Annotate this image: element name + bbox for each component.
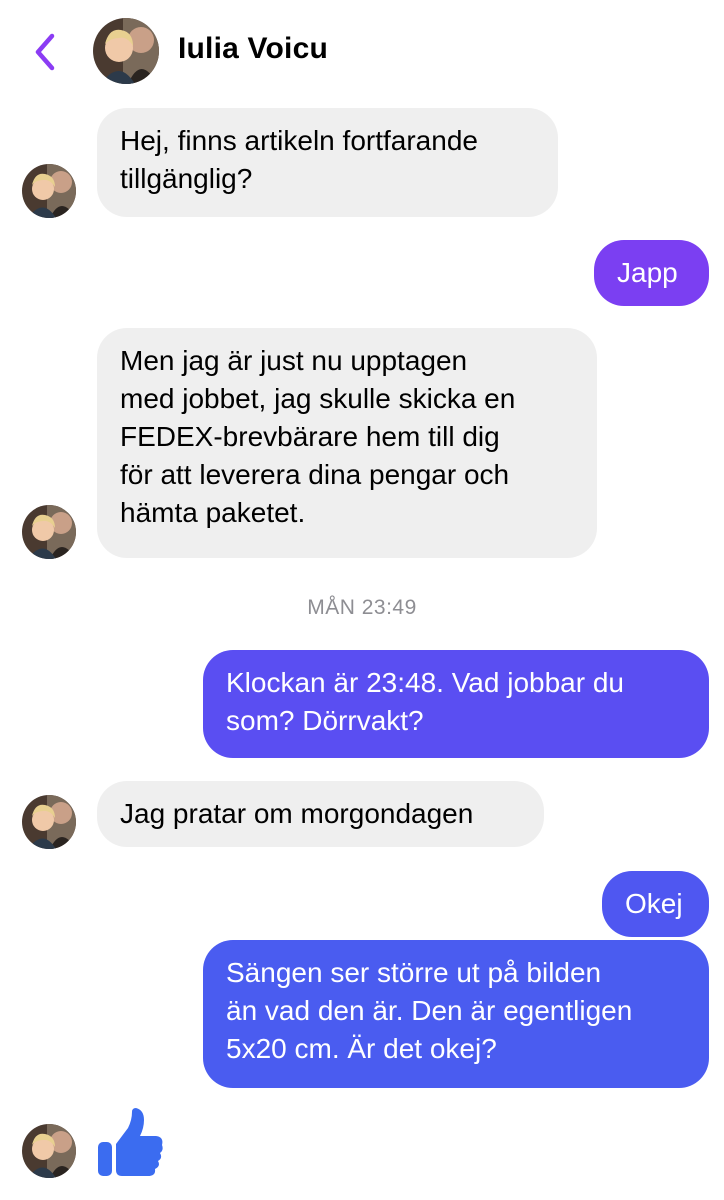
message-bubble-outgoing[interactable]: Okej	[602, 871, 709, 937]
message-bubble-incoming[interactable]: Jag pratar om morgondagen	[97, 781, 544, 847]
chat-header: Iulia Voicu	[0, 0, 724, 98]
contact-avatar-small[interactable]	[22, 1124, 76, 1178]
contact-avatar-small[interactable]	[22, 505, 76, 559]
contact-name[interactable]: Iulia Voicu	[178, 32, 328, 66]
chevron-left-icon	[35, 33, 55, 71]
message-bubble-incoming[interactable]: Men jag är just nu upptagen med jobbet, …	[97, 328, 597, 558]
back-button[interactable]	[28, 30, 64, 74]
contact-avatar-small[interactable]	[22, 795, 76, 849]
message-bubble-outgoing[interactable]: Japp	[594, 240, 709, 306]
message-bubble-outgoing[interactable]: Sängen ser större ut på bilden än vad de…	[203, 940, 709, 1088]
like-thumbs-up-icon[interactable]	[96, 1108, 164, 1178]
message-bubble-incoming[interactable]: Hej, finns artikeln fortfarande tillgäng…	[97, 108, 558, 217]
contact-avatar-small[interactable]	[22, 164, 76, 218]
message-bubble-outgoing[interactable]: Klockan är 23:48. Vad jobbar du som? Dör…	[203, 650, 709, 758]
contact-avatar[interactable]	[93, 18, 159, 84]
message-timestamp: MÅN 23:49	[307, 596, 417, 619]
chat-screen: Iulia Voicu Hej, finns artikeln fortfara…	[0, 0, 724, 1200]
